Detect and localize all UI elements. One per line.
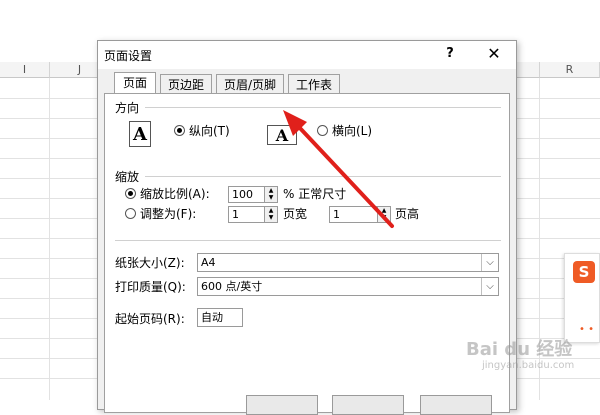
- baidu-watermark-url: jingyan.baidu.com: [482, 360, 575, 371]
- baidu-watermark: Bai du 经验: [466, 339, 573, 360]
- sogou-ime-panel[interactable]: S • •: [564, 253, 600, 343]
- sogou-logo-icon[interactable]: S: [573, 261, 595, 283]
- more-dots-icon[interactable]: • •: [579, 324, 594, 335]
